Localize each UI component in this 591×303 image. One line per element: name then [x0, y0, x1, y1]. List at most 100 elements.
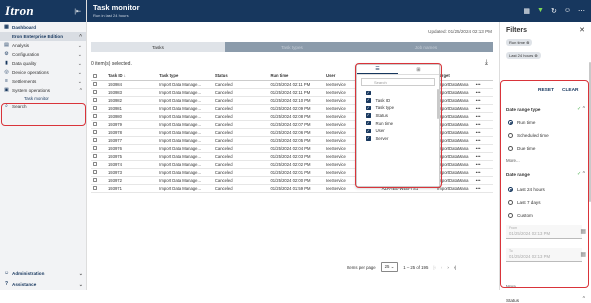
table-cell[interactable]: ••• — [474, 152, 493, 160]
row-checkbox[interactable] — [93, 90, 97, 94]
row-checkbox[interactable] — [93, 114, 97, 118]
row-checkbox[interactable] — [93, 98, 97, 102]
cell-type: Import Data Manage... — [157, 136, 213, 144]
table-cell[interactable] — [91, 160, 106, 168]
sidebar-item-device-operations[interactable]: ◎Device operations⌄ — [0, 68, 86, 77]
table-cell[interactable] — [91, 80, 106, 88]
status-heading[interactable]: Status — [506, 298, 519, 303]
table-cell[interactable] — [91, 152, 106, 160]
next-page-icon[interactable]: › — [447, 265, 448, 270]
table-cell[interactable]: ••• — [474, 184, 493, 192]
itron-logo: Itron — [5, 3, 34, 19]
filter-icon[interactable]: ▼ — [537, 7, 544, 15]
last-page-icon[interactable]: ›| — [454, 265, 457, 270]
row-more-icon[interactable]: ••• — [476, 82, 481, 87]
download-icon[interactable]: ⤓ — [485, 59, 488, 67]
select-all-cell[interactable] — [91, 72, 106, 80]
filter-chip-run-time[interactable]: Run time ⊗ — [506, 39, 532, 46]
cell-status: Canceled — [213, 128, 269, 136]
table-cell[interactable]: ••• — [474, 160, 493, 168]
row-checkbox[interactable] — [93, 106, 97, 110]
filter-chip-last-24-hours[interactable]: Last 24 hours ⊗ — [506, 52, 541, 59]
row-checkbox[interactable] — [93, 170, 97, 174]
close-icon[interactable]: ✕ — [579, 26, 585, 34]
row-more-icon[interactable]: ••• — [476, 90, 481, 95]
row-more-icon[interactable]: ••• — [476, 114, 481, 119]
table-cell[interactable] — [91, 120, 106, 128]
row-more-icon[interactable]: ••• — [476, 186, 481, 191]
row-more-icon[interactable]: ••• — [476, 122, 481, 127]
sidebar-item-assistance[interactable]: ?Assistance⌄ — [0, 279, 87, 290]
row-more-icon[interactable]: ••• — [476, 178, 481, 183]
tab-tasks[interactable]: Tasks — [91, 42, 225, 52]
row-checkbox[interactable] — [93, 162, 97, 166]
sidebar-item-analysis[interactable]: ▤Analysis⌄ — [0, 41, 86, 50]
cell-status: Canceled — [213, 152, 269, 160]
col-task-id[interactable]: Task ID ↓ — [106, 72, 157, 80]
row-checkbox[interactable] — [93, 138, 97, 142]
row-more-icon[interactable]: ••• — [476, 98, 481, 103]
select-all-checkbox[interactable] — [93, 74, 97, 78]
cell-time: 01/25/2024 02:10 PM — [268, 96, 324, 104]
table-cell[interactable]: ••• — [474, 88, 493, 96]
row-checkbox[interactable] — [93, 154, 97, 158]
sidebar: Itron |⇤ ▦DashboardItron Enterprise Edit… — [0, 0, 87, 290]
table-cell[interactable]: ••• — [474, 144, 493, 152]
table-cell[interactable] — [91, 128, 106, 136]
table-cell[interactable] — [91, 176, 106, 184]
table-cell[interactable]: ••• — [474, 128, 493, 136]
row-more-icon[interactable]: ••• — [476, 154, 481, 159]
table-cell[interactable] — [91, 112, 106, 120]
tab-task-types[interactable]: Task types — [225, 42, 359, 52]
table-cell[interactable]: ••• — [474, 168, 493, 176]
row-more-icon[interactable]: ••• — [476, 138, 481, 143]
table-cell[interactable] — [91, 184, 106, 192]
sidebar-item-itron-enterprise-edition[interactable]: Itron Enterprise Edition^ — [0, 32, 86, 41]
sidebar-item-data-quality[interactable]: ▮Data quality⌄ — [0, 59, 86, 68]
table-cell[interactable]: ••• — [474, 80, 493, 88]
row-checkbox[interactable] — [93, 146, 97, 150]
table-cell[interactable]: ••• — [474, 176, 493, 184]
table-cell[interactable] — [91, 144, 106, 152]
chevron-up-icon[interactable]: ^ — [583, 296, 585, 302]
calendar-icon[interactable]: ▦ — [523, 7, 530, 15]
row-more-icon[interactable]: ••• — [476, 162, 481, 167]
sidebar-item-settlements[interactable]: ≡Settlements⌄ — [0, 77, 86, 86]
table-cell[interactable] — [91, 136, 106, 144]
row-more-icon[interactable]: ••• — [476, 170, 481, 175]
col-task-type[interactable]: Task type — [157, 72, 213, 80]
cell-type: Import Data Manage... — [157, 88, 213, 96]
table-cell[interactable]: ••• — [474, 112, 493, 120]
table-cell[interactable] — [91, 96, 106, 104]
col-run-time[interactable]: Run time — [268, 72, 324, 80]
sidebar-item-system-operations[interactable]: ▣System operations^ — [0, 86, 86, 95]
row-checkbox[interactable] — [93, 178, 97, 182]
sidebar-item-task-monitor[interactable]: Task monitor — [0, 95, 86, 102]
collapse-sidebar-icon[interactable]: |⇤ — [74, 8, 81, 15]
row-checkbox[interactable] — [93, 122, 97, 126]
table-cell[interactable] — [91, 104, 106, 112]
tab-job-names[interactable]: Job names — [359, 42, 493, 52]
table-cell[interactable]: ••• — [474, 96, 493, 104]
first-page-icon[interactable]: |‹ — [433, 265, 436, 270]
col-status[interactable]: Status — [213, 72, 269, 80]
table-cell[interactable]: ••• — [474, 104, 493, 112]
sidebar-item-dashboard[interactable]: ▦Dashboard — [0, 23, 86, 32]
items-per-page-select[interactable]: 25 ⌄ — [381, 262, 399, 272]
row-checkbox[interactable] — [93, 130, 97, 134]
table-cell[interactable]: ••• — [474, 120, 493, 128]
row-checkbox[interactable] — [93, 186, 97, 190]
table-cell[interactable] — [91, 168, 106, 176]
sidebar-item-configuration[interactable]: ⚙Configuration⌄ — [0, 50, 86, 59]
table-cell[interactable] — [91, 88, 106, 96]
row-more-icon[interactable]: ••• — [476, 106, 481, 111]
prev-page-icon[interactable]: ‹ — [441, 265, 442, 270]
row-more-icon[interactable]: ••• — [476, 130, 481, 135]
sidebar-item-administration[interactable]: ☺Administration⌄ — [0, 268, 87, 279]
row-checkbox[interactable] — [93, 82, 97, 86]
refresh-icon[interactable]: ↻ — [551, 7, 557, 15]
row-more-icon[interactable]: ••• — [476, 146, 481, 151]
user-icon[interactable]: ☺ — [564, 7, 571, 15]
more-icon[interactable]: ⋯ — [578, 7, 585, 15]
table-cell[interactable]: ••• — [474, 136, 493, 144]
